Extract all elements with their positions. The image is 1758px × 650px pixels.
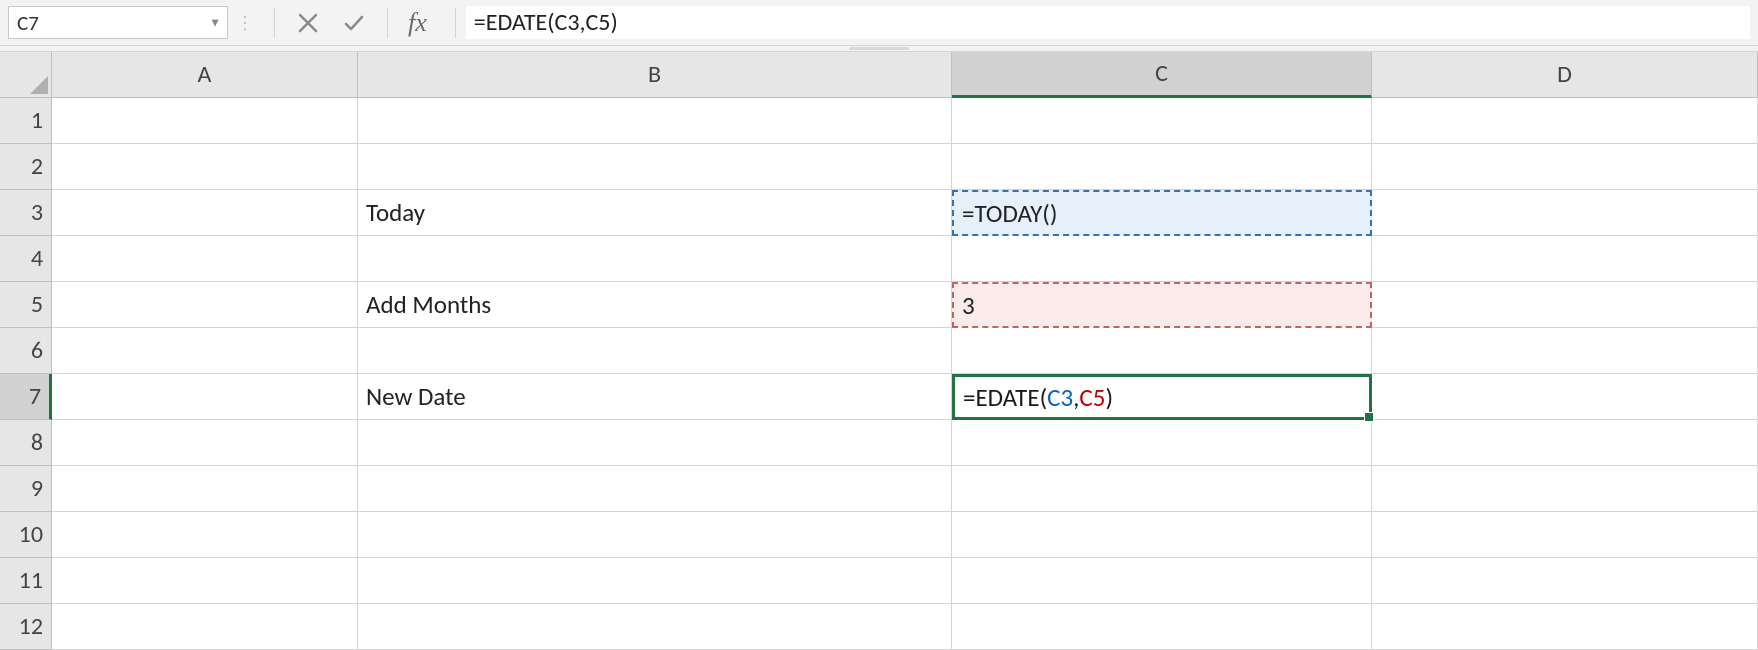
formula-input[interactable]: =EDATE(C3,C5) [466,6,1750,39]
cell-B9[interactable] [358,466,952,512]
cell-C1[interactable] [952,98,1372,144]
formula-bar: C7 ▼ ⋮ fx =EDATE(C3,C5) [0,0,1758,46]
row-header-1[interactable]: 1 [0,98,52,144]
cell-B11[interactable] [358,558,952,604]
cell-content: New Date [366,381,466,412]
cell-D9[interactable] [1372,466,1758,512]
cell-content: 3 [962,290,975,321]
cell-C12[interactable] [952,604,1372,650]
cell-D6[interactable] [1372,328,1758,374]
formula-text: =EDATE(C3,C5) [474,8,618,37]
divider [387,8,388,38]
cell-D12[interactable] [1372,604,1758,650]
cell-A10[interactable] [52,512,358,558]
cell-D10[interactable] [1372,512,1758,558]
divider [455,8,456,38]
column-header-B[interactable]: B [358,52,952,98]
check-icon [342,11,366,35]
cell-B7[interactable]: New Date [358,374,952,420]
row-header-5[interactable]: 5 [0,282,52,328]
insert-function-button[interactable]: fx [408,8,427,38]
name-box[interactable]: C7 ▼ [8,6,228,39]
cell-C3[interactable]: =TODAY() [952,190,1372,236]
row-header-6[interactable]: 6 [0,328,52,374]
cell-content: Add Months [366,289,491,320]
cell-A6[interactable] [52,328,358,374]
cell-C10[interactable] [952,512,1372,558]
cell-C8[interactable] [952,420,1372,466]
x-icon [296,11,320,35]
cancel-button[interactable] [285,6,331,39]
column-header-C[interactable]: C [952,52,1372,98]
row-header-10[interactable]: 10 [0,512,52,558]
cell-D7[interactable] [1372,374,1758,420]
enter-button[interactable] [331,6,377,39]
cell-A11[interactable] [52,558,358,604]
cell-D3[interactable] [1372,190,1758,236]
cell-A8[interactable] [52,420,358,466]
cell-B3[interactable]: Today [358,190,952,236]
row-header-2[interactable]: 2 [0,144,52,190]
cell-B1[interactable] [358,98,952,144]
row-header-9[interactable]: 9 [0,466,52,512]
cell-D8[interactable] [1372,420,1758,466]
row-header-3[interactable]: 3 [0,190,52,236]
cell-A5[interactable] [52,282,358,328]
column-header-A[interactable]: A [52,52,358,98]
cell-A1[interactable] [52,98,358,144]
cell-C11[interactable] [952,558,1372,604]
cell-B5[interactable]: Add Months [358,282,952,328]
cell-C4[interactable] [952,236,1372,282]
cell-B8[interactable] [358,420,952,466]
cell-C2[interactable] [952,144,1372,190]
row-header-7[interactable]: 7 [0,374,52,420]
row-header-8[interactable]: 8 [0,420,52,466]
cell-A7[interactable] [52,374,358,420]
cell-C5[interactable]: 3 [952,282,1372,328]
cell-D1[interactable] [1372,98,1758,144]
spreadsheet-grid[interactable]: ABCD123Today=TODAY()45Add Months367New D… [0,52,1758,650]
cell-D2[interactable] [1372,144,1758,190]
resize-grip-icon[interactable]: ⋮ [236,12,256,34]
cell-B4[interactable] [358,236,952,282]
chevron-down-icon[interactable]: ▼ [209,15,221,30]
cell-B2[interactable] [358,144,952,190]
cell-B12[interactable] [358,604,952,650]
cell-B6[interactable] [358,328,952,374]
column-header-D[interactable]: D [1372,52,1758,98]
cell-B10[interactable] [358,512,952,558]
cell-A3[interactable] [52,190,358,236]
cell-C6[interactable] [952,328,1372,374]
cell-D4[interactable] [1372,236,1758,282]
cell-A2[interactable] [52,144,358,190]
cell-C7[interactable]: =EDATE(C3,C5) [952,374,1372,420]
divider [274,8,275,38]
cell-D5[interactable] [1372,282,1758,328]
row-header-4[interactable]: 4 [0,236,52,282]
cell-A9[interactable] [52,466,358,512]
editing-formula: =EDATE(C3,C5) [963,382,1113,413]
cell-content: =TODAY() [962,198,1057,229]
row-header-12[interactable]: 12 [0,604,52,650]
select-all-corner[interactable] [0,52,52,98]
cell-A4[interactable] [52,236,358,282]
cell-content: Today [366,197,425,228]
cell-A12[interactable] [52,604,358,650]
cell-C9[interactable] [952,466,1372,512]
row-header-11[interactable]: 11 [0,558,52,604]
cell-D11[interactable] [1372,558,1758,604]
name-box-value: C7 [17,10,39,36]
